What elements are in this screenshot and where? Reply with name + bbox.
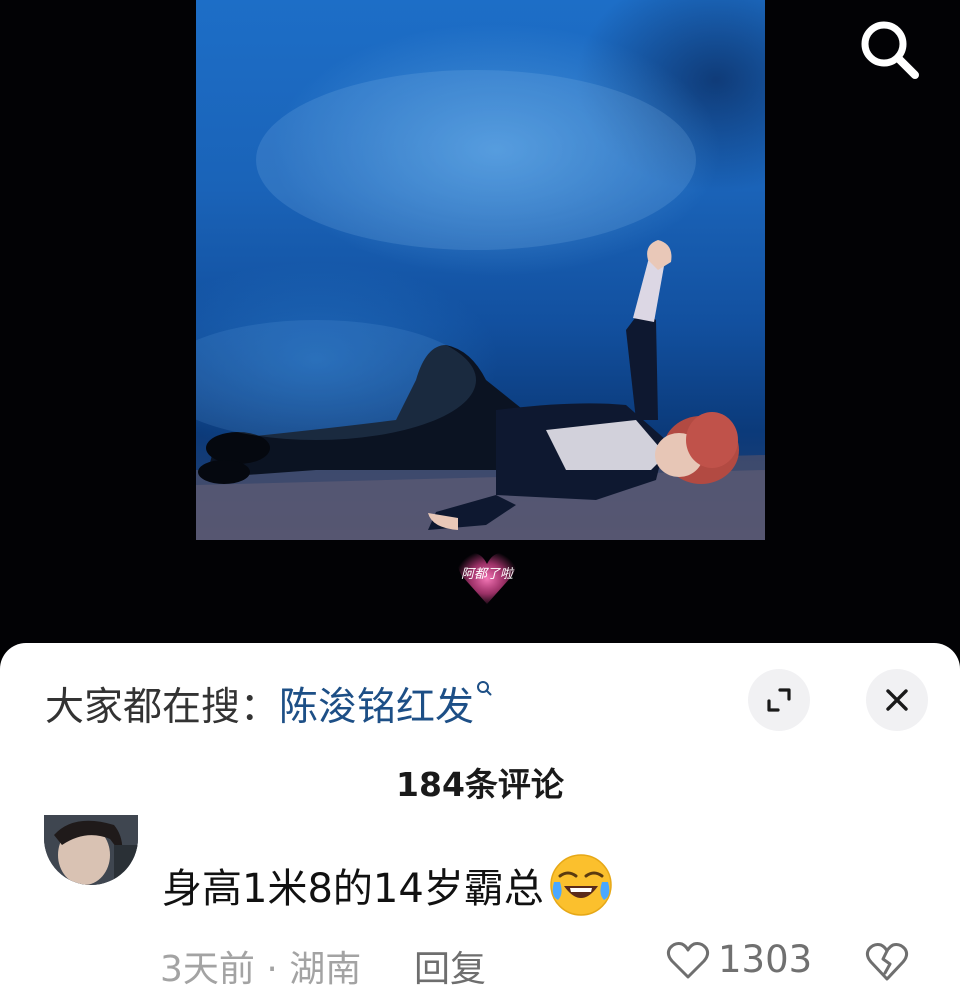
- comment-meta: 3天前 · 湖南: [160, 940, 361, 992]
- search-icon: [861, 21, 919, 79]
- video-scene-art: [196, 70, 765, 540]
- comment-count: 184条评论: [396, 765, 564, 804]
- comment-text: 身高1米8的14岁霸总: [162, 852, 614, 918]
- heart-outline-icon: [666, 941, 710, 978]
- trending-search-link[interactable]: 陈浚铭红发: [279, 676, 492, 732]
- comment-time: 3天前: [160, 949, 255, 990]
- video-frame: [196, 0, 765, 540]
- trending-search-bar: 大家都在搜： 陈浚铭红发: [45, 676, 492, 732]
- reply-button[interactable]: 回复: [414, 940, 486, 992]
- dislike-button[interactable]: [864, 940, 910, 986]
- broken-heart-icon: [865, 943, 909, 981]
- like-count: 1303: [718, 938, 813, 981]
- close-icon: [886, 689, 908, 711]
- trending-search-term: 陈浚铭红发: [279, 685, 475, 730]
- expand-icon: [767, 688, 791, 712]
- video-player[interactable]: 阿都了啦: [0, 0, 960, 650]
- like-button[interactable]: 1303: [666, 938, 812, 981]
- small-search-icon: [477, 681, 492, 696]
- close-button[interactable]: [866, 669, 928, 731]
- meta-separator: ·: [254, 949, 290, 990]
- heart-watermark: 阿都了啦: [444, 542, 530, 608]
- search-button[interactable]: [852, 12, 926, 86]
- watermark-text: 阿都了啦: [461, 567, 515, 582]
- comment-location: 湖南: [289, 949, 362, 990]
- comment-body: 身高1米8的14岁霸总: [162, 866, 544, 912]
- expand-button[interactable]: [748, 669, 810, 731]
- crying-laughing-emoji-icon: [550, 854, 612, 916]
- trending-search-label: 大家都在搜：: [45, 685, 280, 730]
